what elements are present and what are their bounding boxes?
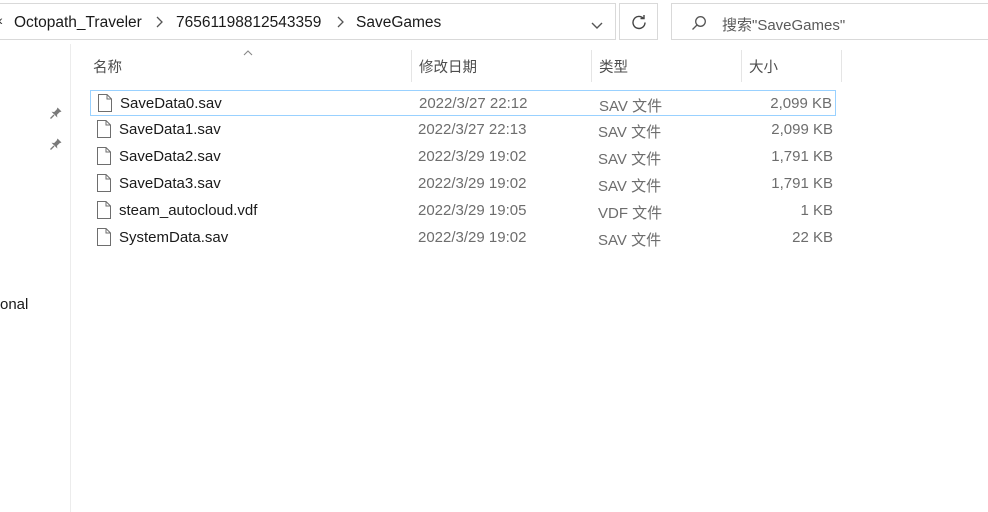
file-size: 1 KB <box>800 202 833 219</box>
file-date: 2022/3/29 19:05 <box>418 202 527 219</box>
chevron-right-icon[interactable] <box>334 15 348 29</box>
file-icon <box>97 228 111 246</box>
column-divider[interactable] <box>741 50 742 82</box>
column-header-name[interactable]: 名称 <box>93 56 122 77</box>
pin-icon[interactable] <box>49 137 63 151</box>
nav-item-label[interactable]: onal <box>0 296 28 313</box>
address-bar[interactable]: « Octopath_Traveler 76561198812543359 Sa… <box>0 3 616 40</box>
pin-icon[interactable] <box>49 106 63 120</box>
file-icon <box>97 120 111 138</box>
navigation-pane[interactable]: onal <box>0 44 71 512</box>
refresh-button[interactable] <box>619 3 658 40</box>
file-type: VDF 文件 <box>598 205 663 222</box>
file-type: SAV 文件 <box>598 232 662 249</box>
file-name: SaveData1.sav <box>119 121 221 138</box>
refresh-icon <box>632 15 646 30</box>
chevron-down-icon[interactable] <box>590 18 604 36</box>
file-row[interactable]: SaveData1.sav 2022/3/27 22:13 SAV 文件 2,0… <box>90 117 836 143</box>
search-placeholder: 搜索"SaveGames" <box>722 17 846 34</box>
file-name: SystemData.sav <box>119 229 229 246</box>
file-icon <box>97 147 111 165</box>
breadcrumb-item-octopath-traveler[interactable]: Octopath_Traveler <box>14 14 142 32</box>
file-row[interactable]: SaveData3.sav 2022/3/29 19:02 SAV 文件 1,7… <box>90 171 836 197</box>
file-size: 1,791 KB <box>771 148 833 165</box>
file-date: 2022/3/27 22:13 <box>418 121 527 138</box>
column-divider[interactable] <box>591 50 592 82</box>
file-row[interactable]: steam_autocloud.vdf 2022/3/29 19:05 VDF … <box>90 198 836 224</box>
file-name: steam_autocloud.vdf <box>119 202 258 219</box>
file-row[interactable]: SaveData0.sav 2022/3/27 22:12 SAV 文件 2,0… <box>90 90 836 116</box>
file-size: 2,099 KB <box>770 95 832 112</box>
file-name: SaveData3.sav <box>119 175 221 192</box>
file-row[interactable]: SaveData2.sav 2022/3/29 19:02 SAV 文件 1,7… <box>90 144 836 170</box>
breadcrumb-item-steam-id[interactable]: 76561198812543359 <box>176 14 321 32</box>
file-date: 2022/3/29 19:02 <box>418 175 527 192</box>
search-icon <box>692 16 706 30</box>
file-icon <box>97 201 111 219</box>
chevron-right-icon[interactable] <box>153 15 167 29</box>
file-type: SAV 文件 <box>598 124 662 141</box>
file-date: 2022/3/29 19:02 <box>418 229 527 246</box>
file-icon <box>98 94 112 112</box>
column-header-date[interactable]: 修改日期 <box>419 56 477 77</box>
file-size: 1,791 KB <box>771 175 833 192</box>
file-icon <box>97 174 111 192</box>
file-size: 2,099 KB <box>771 121 833 138</box>
file-type: SAV 文件 <box>598 151 662 168</box>
column-divider[interactable] <box>411 50 412 82</box>
file-name: SaveData2.sav <box>119 148 221 165</box>
file-type: SAV 文件 <box>599 98 663 115</box>
file-row[interactable]: SystemData.sav 2022/3/29 19:02 SAV 文件 22… <box>90 225 836 251</box>
column-divider[interactable] <box>841 50 842 82</box>
search-input[interactable]: 搜索"SaveGames" <box>671 3 988 40</box>
file-type: SAV 文件 <box>598 178 662 195</box>
file-size: 22 KB <box>792 229 833 246</box>
breadcrumb-overflow-icon[interactable]: « <box>0 12 3 28</box>
file-date: 2022/3/29 19:02 <box>418 148 527 165</box>
breadcrumb-item-savegames[interactable]: SaveGames <box>356 14 441 32</box>
column-header-size[interactable]: 大小 <box>749 56 778 77</box>
file-date: 2022/3/27 22:12 <box>419 95 528 112</box>
sort-ascending-icon <box>242 44 254 62</box>
column-header-type[interactable]: 类型 <box>599 56 628 77</box>
file-name: SaveData0.sav <box>120 95 222 112</box>
